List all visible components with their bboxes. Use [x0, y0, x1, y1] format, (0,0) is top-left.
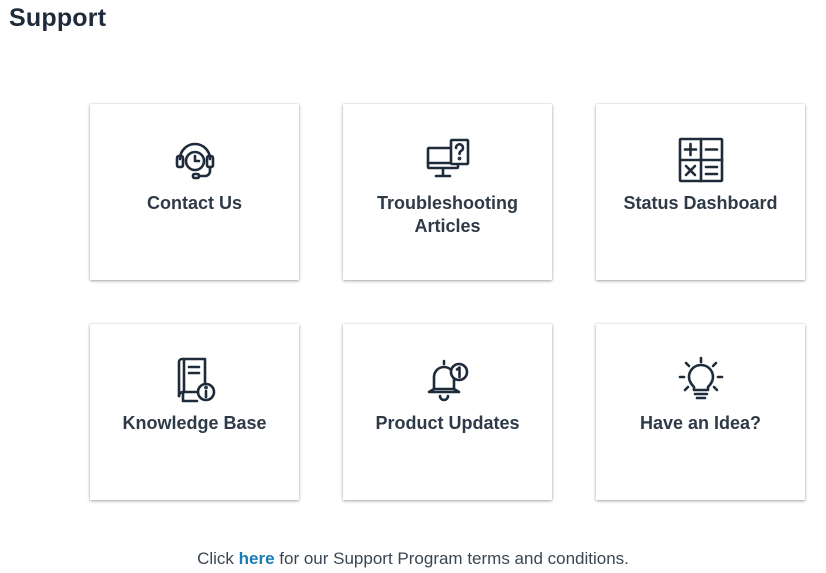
footer-prefix: Click: [197, 549, 239, 568]
status-dashboard-label: Status Dashboard: [623, 193, 778, 213]
troubleshooting-articles-label: Troubleshooting Articles: [377, 193, 518, 236]
have-an-idea-label: Have an Idea?: [639, 413, 762, 433]
lightbulb-icon: [677, 356, 725, 404]
contact-us-card[interactable]: Contact Us: [90, 104, 299, 280]
status-dashboard-card[interactable]: Status Dashboard: [596, 104, 805, 280]
support-terms-footer: Click here for our Support Program terms…: [0, 549, 826, 569]
bell-notification-icon: [424, 356, 472, 404]
book-info-icon: [171, 356, 219, 404]
product-updates-card[interactable]: Product Updates: [343, 324, 552, 500]
support-options-grid: Contact Us Troubleshooting Articles Stat…: [90, 104, 807, 502]
knowledge-base-label: Knowledge Base: [122, 413, 267, 433]
contact-us-label: Contact Us: [146, 193, 242, 213]
product-updates-label: Product Updates: [375, 413, 520, 433]
page-title: Support: [9, 4, 107, 32]
monitor-question-icon: [424, 136, 472, 184]
headset-clock-icon: [171, 136, 219, 184]
knowledge-base-card[interactable]: Knowledge Base: [90, 324, 299, 500]
have-an-idea-card[interactable]: Have an Idea?: [596, 324, 805, 500]
troubleshooting-articles-card[interactable]: Troubleshooting Articles: [343, 104, 552, 280]
terms-link[interactable]: here: [239, 549, 275, 568]
footer-suffix: for our Support Program terms and condit…: [274, 549, 629, 568]
calculator-icon: [677, 136, 725, 184]
